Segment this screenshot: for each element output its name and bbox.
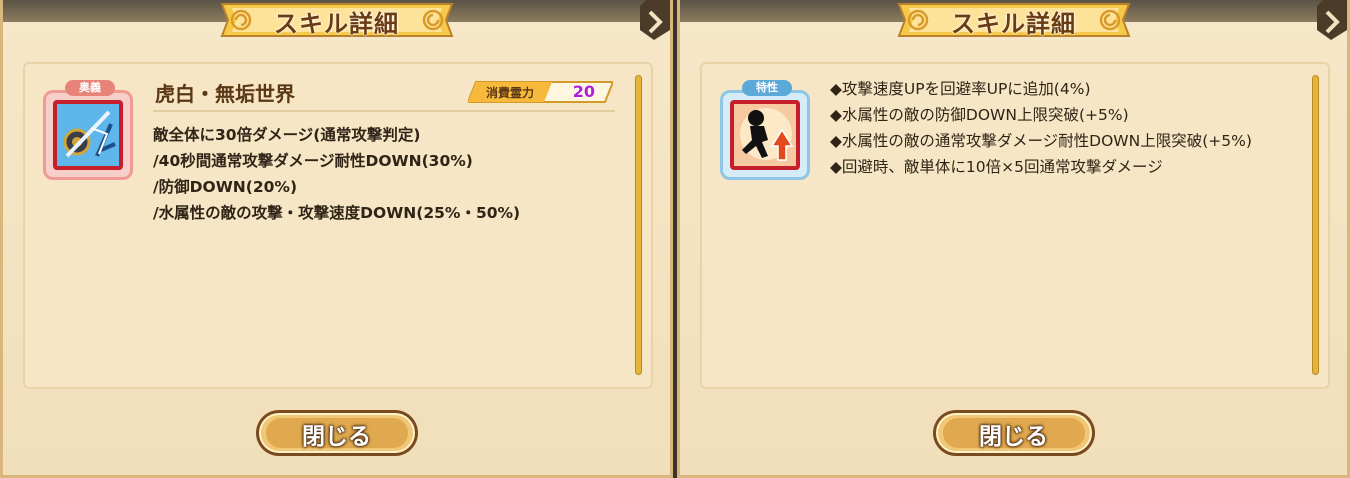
close-tab-icon[interactable] bbox=[640, 0, 670, 46]
close-tab-icon[interactable] bbox=[1317, 0, 1347, 46]
skill-description: 敵全体に30倍ダメージ(通常攻撃判定) /40秒間通常攻撃ダメージ耐性DOWN(… bbox=[153, 122, 520, 226]
description-line: /水属性の敵の攻撃・攻撃速度DOWN(25%・50%) bbox=[153, 204, 521, 222]
skill-content-box: 奥義 虎白・無垢世界 消費霊力 20 敵全体に30倍ダメージ(通常攻撃判定) /… bbox=[23, 62, 653, 389]
skill-name: 虎白・無垢世界 bbox=[155, 82, 295, 106]
description-line: /40秒間通常攻撃ダメージ耐性DOWN(30%) bbox=[153, 152, 473, 170]
ougi-badge: 奥義 bbox=[65, 80, 115, 96]
close-button-label: 閉じる bbox=[302, 424, 371, 450]
twin-blades-emblem-icon bbox=[53, 100, 123, 170]
close-button-label: 閉じる bbox=[979, 424, 1048, 450]
cost-value: 20 bbox=[572, 82, 595, 101]
title-banner: スキル詳細 bbox=[891, 0, 1137, 40]
trait-line: ◆攻撃速度UPを回避率UPに追加(4%) bbox=[830, 80, 1091, 98]
swirl-ornament-icon bbox=[422, 9, 444, 31]
skill-detail-panel-left: スキル詳細 奥義 虎白・無垢世界 消費霊力 20 敵全体に30倍ダメージ(通常攻… bbox=[0, 0, 673, 478]
close-button[interactable]: 閉じる bbox=[931, 408, 1097, 458]
trait-line: ◆回避時、敵単体に10倍×5回通常攻撃ダメージ bbox=[830, 158, 1163, 176]
trait-badge: 特性 bbox=[742, 80, 792, 96]
trait-line: ◆水属性の敵の防御DOWN上限突破(+5%) bbox=[830, 106, 1129, 124]
description-line: 敵全体に30倍ダメージ(通常攻撃判定) bbox=[153, 126, 421, 144]
scrollbar[interactable] bbox=[1313, 76, 1318, 374]
skill-icon-card: 奥義 bbox=[43, 80, 133, 180]
cost-label: 消費霊力 bbox=[486, 86, 535, 100]
description-line: /防御DOWN(20%) bbox=[153, 178, 298, 196]
spirit-cost-badge: 消費霊力 20 bbox=[466, 80, 615, 104]
trait-list: ◆攻撃速度UPを回避率UPに追加(4%) ◆水属性の敵の防御DOWN上限突破(+… bbox=[830, 76, 1300, 180]
trait-icon-card: 特性 bbox=[720, 80, 810, 180]
dodge-speed-up-icon bbox=[730, 100, 800, 170]
title-divider bbox=[153, 110, 615, 112]
title-banner: スキル詳細 bbox=[214, 0, 460, 40]
close-button[interactable]: 閉じる bbox=[254, 408, 420, 458]
skill-detail-panel-right: スキル詳細 特性 ◆攻撃速度UPを回避率UPに追加(4%) ◆水属性の敵の防御D… bbox=[677, 0, 1350, 478]
trait-line: ◆水属性の敵の通常攻撃ダメージ耐性DOWN上限突破(+5%) bbox=[830, 132, 1252, 150]
scrollbar[interactable] bbox=[636, 76, 641, 374]
swirl-ornament-icon bbox=[1099, 9, 1121, 31]
trait-content-box: 特性 ◆攻撃速度UPを回避率UPに追加(4%) ◆水属性の敵の防御DOWN上限突… bbox=[700, 62, 1330, 389]
